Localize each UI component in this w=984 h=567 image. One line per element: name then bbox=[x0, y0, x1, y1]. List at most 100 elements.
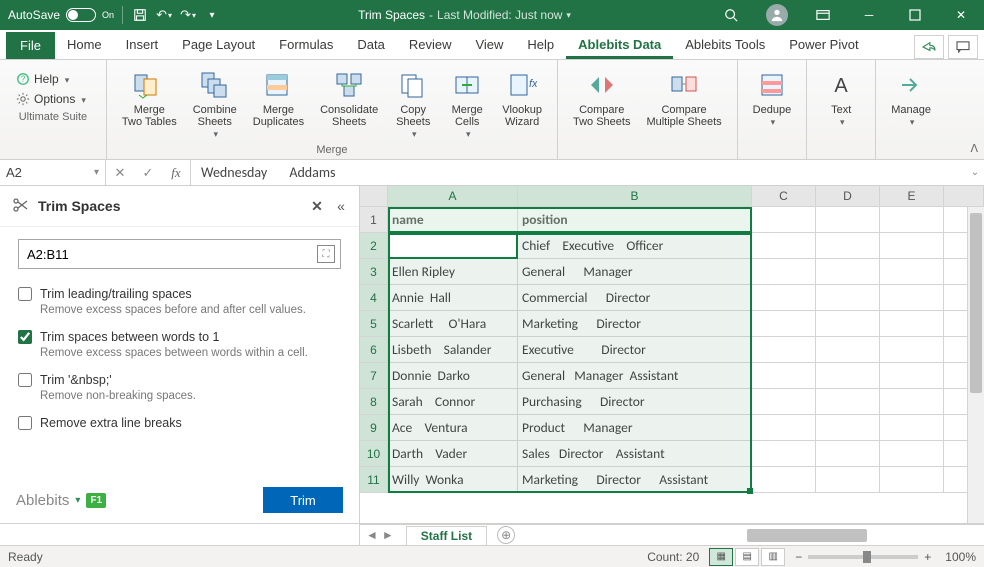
add-sheet-button[interactable]: ⊕ bbox=[497, 526, 515, 544]
row-header[interactable]: 8 bbox=[360, 389, 388, 415]
account-icon[interactable] bbox=[754, 0, 800, 30]
table-row[interactable]: 6 Lisbeth Salander Executive Director bbox=[360, 337, 984, 363]
checkbox-leading-trailing[interactable] bbox=[18, 287, 32, 301]
zoom-slider[interactable] bbox=[808, 555, 918, 559]
cell[interactable]: Marketing Director Assistant bbox=[518, 467, 752, 493]
vlookup-wizard-button[interactable]: fx Vlookup Wizard bbox=[495, 64, 549, 141]
cell[interactable] bbox=[880, 285, 944, 311]
combine-sheets-button[interactable]: Combine Sheets bbox=[186, 64, 244, 141]
text-button[interactable]: A Text bbox=[815, 64, 867, 140]
cell[interactable] bbox=[816, 259, 880, 285]
zoom-in-icon[interactable]: + bbox=[924, 550, 931, 564]
sheet-tab-active[interactable]: Staff List bbox=[406, 526, 487, 545]
tab-insert[interactable]: Insert bbox=[114, 31, 171, 59]
cell[interactable]: Executive Director bbox=[518, 337, 752, 363]
cell[interactable] bbox=[752, 467, 816, 493]
horizontal-scrollbar[interactable] bbox=[741, 527, 967, 544]
row-header[interactable]: 6 bbox=[360, 337, 388, 363]
cell[interactable]: Sarah Connor bbox=[388, 389, 518, 415]
compare-multi-sheets-button[interactable]: Compare Multiple Sheets bbox=[639, 64, 728, 140]
ablebits-brand[interactable]: Ablebits▾ F1 bbox=[16, 492, 106, 509]
consolidate-sheets-button[interactable]: Consolidate Sheets bbox=[313, 64, 385, 141]
cell[interactable]: Ellen Ripley bbox=[388, 259, 518, 285]
cell[interactable]: Ace Ventura bbox=[388, 415, 518, 441]
cell[interactable] bbox=[816, 363, 880, 389]
cell[interactable] bbox=[880, 415, 944, 441]
zoom-out-icon[interactable]: − bbox=[795, 550, 802, 564]
cell[interactable]: Sales Director Assistant bbox=[518, 441, 752, 467]
table-row[interactable]: 7 Donnie Darko General Manager Assistant bbox=[360, 363, 984, 389]
cell[interactable] bbox=[880, 259, 944, 285]
cell[interactable]: Darth Vader bbox=[388, 441, 518, 467]
search-icon[interactable] bbox=[708, 0, 754, 30]
redo-icon[interactable]: ↷▾ bbox=[179, 6, 197, 24]
merge-two-tables-button[interactable]: Merge Two Tables bbox=[115, 64, 184, 141]
tab-home[interactable]: Home bbox=[55, 31, 114, 59]
cell[interactable] bbox=[816, 285, 880, 311]
tab-view[interactable]: View bbox=[463, 31, 515, 59]
table-row[interactable]: 11 Willy Wonka Marketing Director Assist… bbox=[360, 467, 984, 493]
row-header[interactable]: 2 bbox=[360, 233, 388, 259]
undo-icon[interactable]: ↶▾ bbox=[155, 6, 173, 24]
table-row[interactable]: 1 name position bbox=[360, 207, 984, 233]
cell[interactable] bbox=[752, 259, 816, 285]
cell[interactable] bbox=[752, 337, 816, 363]
cell[interactable] bbox=[880, 311, 944, 337]
cell[interactable] bbox=[880, 337, 944, 363]
row-header[interactable]: 4 bbox=[360, 285, 388, 311]
tab-power-pivot[interactable]: Power Pivot bbox=[777, 31, 870, 59]
sheet-nav[interactable]: ◄► bbox=[360, 528, 400, 542]
opt-trim-nbsp[interactable]: Trim '&nbsp;' bbox=[18, 373, 341, 387]
table-row[interactable]: 9 Ace Ventura Product Manager bbox=[360, 415, 984, 441]
checkbox-between-words[interactable] bbox=[18, 330, 32, 344]
cell[interactable]: Scarlett O'Hara bbox=[388, 311, 518, 337]
merge-cells-button[interactable]: Merge Cells bbox=[441, 64, 493, 141]
col-header-blank[interactable] bbox=[944, 186, 984, 206]
cell[interactable]: name bbox=[388, 207, 518, 233]
tab-data[interactable]: Data bbox=[345, 31, 396, 59]
col-header-A[interactable]: A bbox=[388, 186, 518, 206]
manage-button[interactable]: Manage bbox=[884, 64, 938, 140]
opt-remove-line-breaks[interactable]: Remove extra line breaks bbox=[18, 416, 341, 430]
cell[interactable]: Marketing Director bbox=[518, 311, 752, 337]
cell[interactable] bbox=[816, 415, 880, 441]
table-row[interactable]: 2 Wednesday Addams Chief Executive Offic… bbox=[360, 233, 984, 259]
copy-sheets-button[interactable]: Copy Sheets bbox=[387, 64, 439, 141]
compare-two-sheets-button[interactable]: Compare Two Sheets bbox=[566, 64, 637, 140]
view-page-break-icon[interactable]: ▥ bbox=[761, 548, 785, 566]
help-menu[interactable]: ? Help bbox=[12, 70, 73, 88]
zoom-control[interactable]: − + 100% bbox=[795, 550, 976, 564]
cell[interactable]: Purchasing Director bbox=[518, 389, 752, 415]
opt-trim-between-words[interactable]: Trim spaces between words to 1 bbox=[18, 330, 341, 344]
comments-button[interactable] bbox=[948, 35, 978, 59]
tab-ablebits-tools[interactable]: Ablebits Tools bbox=[673, 31, 777, 59]
cell[interactable]: Annie Hall bbox=[388, 285, 518, 311]
table-row[interactable]: 3 Ellen Ripley General Manager bbox=[360, 259, 984, 285]
formula-input[interactable]: Wednesday Addams bbox=[191, 160, 966, 185]
cell[interactable]: Donnie Darko bbox=[388, 363, 518, 389]
cell[interactable] bbox=[880, 363, 944, 389]
view-page-layout-icon[interactable]: ▤ bbox=[735, 548, 759, 566]
minimize-button[interactable]: ─ bbox=[846, 0, 892, 30]
cell[interactable] bbox=[752, 389, 816, 415]
options-menu[interactable]: Options bbox=[12, 90, 90, 108]
col-header-B[interactable]: B bbox=[518, 186, 752, 206]
maximize-button[interactable] bbox=[892, 0, 938, 30]
cell[interactable] bbox=[880, 389, 944, 415]
cancel-formula-icon[interactable]: ✕ bbox=[106, 160, 134, 185]
cell[interactable] bbox=[752, 233, 816, 259]
row-header[interactable]: 5 bbox=[360, 311, 388, 337]
merge-duplicates-button[interactable]: Merge Duplicates bbox=[246, 64, 311, 141]
cell[interactable] bbox=[752, 207, 816, 233]
range-input[interactable] bbox=[18, 239, 341, 269]
tab-help[interactable]: Help bbox=[515, 31, 566, 59]
cell[interactable] bbox=[816, 389, 880, 415]
cell[interactable] bbox=[816, 337, 880, 363]
table-row[interactable]: 10 Darth Vader Sales Director Assistant bbox=[360, 441, 984, 467]
col-header-E[interactable]: E bbox=[880, 186, 944, 206]
cell[interactable] bbox=[752, 311, 816, 337]
autosave-toggle[interactable]: AutoSave On bbox=[8, 8, 114, 22]
row-header[interactable]: 11 bbox=[360, 467, 388, 493]
save-icon[interactable] bbox=[131, 6, 149, 24]
cell[interactable] bbox=[880, 467, 944, 493]
